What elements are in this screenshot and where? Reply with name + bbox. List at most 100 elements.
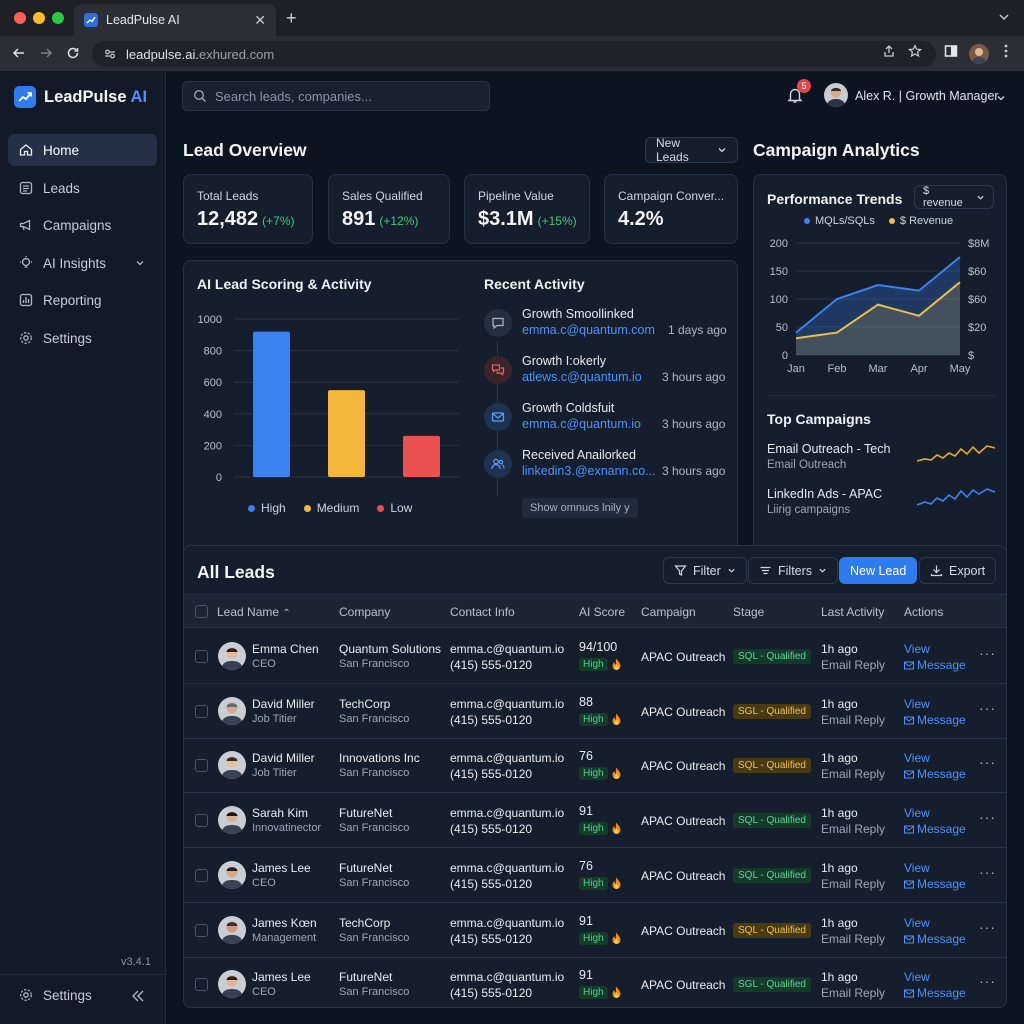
row-more-icon[interactable]: ··· [979,754,996,770]
close-window-button[interactable] [14,12,26,24]
user-label[interactable]: Alex R. | Growth Manager [855,89,999,103]
campaign-name[interactable]: LinkedIn Ads - APAC [767,487,882,501]
activity-email-link[interactable]: atlews.c@quantum.io [522,370,642,384]
message-link[interactable]: Message [904,822,966,836]
row-more-icon[interactable]: ··· [979,864,996,880]
show-more-button[interactable]: Show omnucs lnily y [522,498,638,518]
view-link[interactable]: View [904,697,930,711]
contact-phone[interactable]: (415) 555-0120 [450,986,532,1000]
message-link[interactable]: Message [904,877,966,891]
row-checkbox[interactable] [195,868,208,882]
new-leads-dropdown[interactable]: New Leads [645,136,738,164]
sidebar-item-leads[interactable]: Leads [8,172,157,204]
sidebar-item-settings[interactable]: Settings [8,322,157,354]
row-checkbox[interactable] [195,704,208,718]
close-tab-icon[interactable]: ✕ [254,12,266,29]
row-checkbox[interactable] [195,759,208,773]
sidebar-item-campaigns[interactable]: Campaigns [8,209,157,241]
table-row[interactable]: Sarah Kim Innovatinector FutureNet San Fran… [184,793,1006,849]
message-link[interactable]: Message [904,767,966,781]
contact-phone[interactable]: (415) 555-0120 [450,658,532,672]
export-button[interactable]: Export [919,557,997,584]
revenue-dropdown[interactable]: $ revenue [914,185,994,209]
contact-phone[interactable]: (415) 555-0120 [450,822,532,836]
table-row[interactable]: James Kœn Management TechCorp San Francisco… [184,903,1006,958]
url-field[interactable]: leadpulse.ai. exhured.com [92,41,936,67]
chevron-down-icon[interactable] [996,93,1006,103]
campaign-name[interactable]: Email Outreach - Tech [767,442,890,456]
sidebar-toggle-icon[interactable] [944,44,958,58]
footer-settings-button[interactable]: Settings [18,987,92,1003]
contact-phone[interactable]: (415) 555-0120 [450,713,532,727]
contact-email[interactable]: emma.c@quantum.io [450,642,564,656]
lead-name[interactable]: David Miller [252,751,315,765]
tab-menu-chevron-icon[interactable] [998,11,1010,23]
contact-email[interactable]: emma.c@quantum.io [450,861,564,875]
contact-phone[interactable]: (415) 555-0120 [450,767,532,781]
activity-email-link[interactable]: linkedin3.@exnann.co... [522,464,656,478]
column-header-last-activity[interactable]: Last Activity [821,605,884,619]
kpi-card-campaign-conversion[interactable]: Campaign Conver... 4.2% [604,174,738,244]
sidebar-item-ai-insights[interactable]: AI Insights [8,247,157,279]
contact-email[interactable]: emma.c@quantum.io [450,697,564,711]
new-tab-button[interactable]: + [286,8,297,29]
maximize-window-button[interactable] [52,12,64,24]
activity-item[interactable]: Received Anailorked linkedin3.@exnann.co… [484,448,734,488]
forward-arrow-icon[interactable] [39,46,53,60]
site-info-icon[interactable] [104,48,116,60]
search-box[interactable] [182,81,490,111]
share-icon[interactable] [882,44,896,58]
lead-name[interactable]: Emma Chen [252,642,319,656]
message-link[interactable]: Message [904,713,966,727]
message-link[interactable]: Message [904,932,966,946]
row-more-icon[interactable]: ··· [979,645,996,661]
activity-item[interactable]: Growth I:okerly atlews.c@quantum.io 3 ho… [484,354,734,394]
collapse-sidebar-icon[interactable] [130,989,146,1003]
view-link[interactable]: View [904,861,930,875]
user-avatar[interactable] [824,83,848,107]
filter-button[interactable]: Filter [663,557,747,584]
table-row[interactable]: James Lee CEO FutureNet San Francisco emma.c… [184,848,1006,903]
row-checkbox[interactable] [195,923,208,937]
column-header-lead-name[interactable]: Lead Name ⌃ [217,605,291,619]
table-row[interactable]: Emma Chen CEO Quantum Solutions San Francis… [184,629,1006,684]
kpi-card-sales-qualified[interactable]: Sales Qualified 891 (+12%) [328,174,450,244]
row-more-icon[interactable]: ··· [979,700,996,716]
contact-email[interactable]: emma.c@quantum.io [450,970,564,984]
table-row[interactable]: David Miller Job Titier TechCorp San Franci… [184,684,1006,739]
message-link[interactable]: Message [904,658,966,672]
column-header-stage[interactable]: Stage [733,605,764,619]
column-header-ai-score[interactable]: AI Score [579,605,625,619]
contact-phone[interactable]: (415) 555-0120 [450,877,532,891]
table-row[interactable]: David Miller Job Titier Innovations Inc San… [184,738,1006,794]
minimize-window-button[interactable] [33,12,45,24]
column-header-campaign[interactable]: Campaign [641,605,696,619]
row-checkbox[interactable] [195,814,208,828]
bookmark-star-icon[interactable] [908,44,922,58]
column-header-company[interactable]: Company [339,605,390,619]
view-link[interactable]: View [904,642,930,656]
sidebar-item-home[interactable]: Home [8,134,157,166]
profile-avatar[interactable] [969,44,989,64]
kpi-card-total-leads[interactable]: Total Leads 12,482 (+7%) [183,174,313,244]
view-link[interactable]: View [904,916,930,930]
row-checkbox[interactable] [195,978,208,992]
new-lead-button[interactable]: New Lead [839,557,918,584]
brand[interactable]: LeadPulse AI [14,86,147,108]
lead-name[interactable]: James Kœn [252,916,317,930]
activity-email-link[interactable]: emma.c@quantum.com [522,323,655,337]
activity-item[interactable]: Growth Coldsfuit emma.c@quantum.io 3 hou… [484,401,734,441]
contact-email[interactable]: emma.c@quantum.io [450,751,564,765]
browser-tab[interactable]: LeadPulse AI ✕ [74,4,276,36]
sidebar-item-reporting[interactable]: Reporting [8,284,157,316]
message-link[interactable]: Message [904,986,966,1000]
contact-email[interactable]: emma.c@quantum.io [450,806,564,820]
activity-item[interactable]: Growth Smoollinked emma.c@quantum.com 1 … [484,307,734,347]
table-row[interactable]: James Lee CEO FutureNet San Francisco emma.c… [184,957,1006,1007]
column-header-contact[interactable]: Contact Info [450,605,515,619]
row-more-icon[interactable]: ··· [979,809,996,825]
row-more-icon[interactable]: ··· [979,919,996,935]
back-arrow-icon[interactable] [12,46,26,60]
row-more-icon[interactable]: ··· [979,973,996,989]
lead-name[interactable]: James Lee [252,861,311,875]
